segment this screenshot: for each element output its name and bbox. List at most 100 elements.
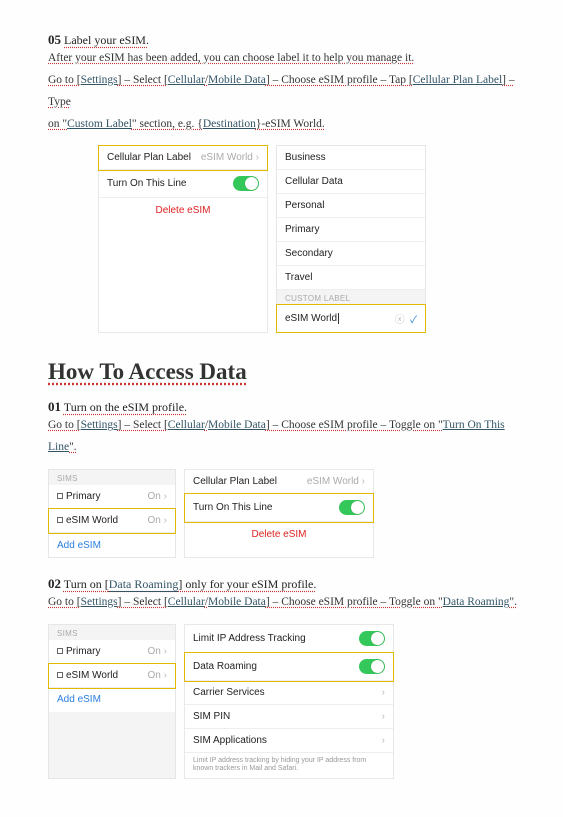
label-option[interactable]: Cellular Data: [277, 170, 425, 194]
label: Cellular Plan Label: [107, 152, 191, 163]
row-delete-esim[interactable]: Delete eSIM: [185, 522, 373, 546]
clear-icon[interactable]: ⓧ: [395, 315, 405, 326]
toggle-switch[interactable]: [359, 659, 385, 674]
status: On: [148, 670, 161, 681]
toggle-switch[interactable]: [233, 176, 259, 191]
label-option[interactable]: Personal: [277, 194, 425, 218]
fine-print: Limit IP address tracking by hiding your…: [185, 753, 393, 778]
toggle-switch[interactable]: [359, 631, 385, 646]
step-body: Go to [Settings] – Select [Cellular/Mobi…: [48, 592, 523, 614]
custom-label-input[interactable]: eSIM World: [285, 313, 339, 324]
label: Primary: [66, 646, 100, 657]
link-cellular[interactable]: Cellular: [168, 596, 205, 608]
link-settings[interactable]: Settings: [81, 74, 118, 86]
sim-indicator-icon: [57, 648, 63, 654]
label-options-panel: Business Cellular Data Personal Primary …: [276, 145, 426, 333]
text: ] – Choose eSIM profile – Tap [: [266, 74, 413, 86]
label: SIM PIN: [193, 711, 230, 722]
custom-label-input-row[interactable]: eSIM World ⓧ ✓: [277, 305, 425, 332]
text: ] – Choose eSIM profile – Toggle on ": [266, 419, 443, 431]
sim-row-primary[interactable]: Primary On ›: [49, 485, 175, 509]
row-sim-applications[interactable]: SIM Applications ›: [185, 729, 393, 753]
row-delete-esim[interactable]: Delete eSIM: [99, 198, 267, 222]
link-data-roaming[interactable]: Data Roaming: [443, 596, 510, 608]
label: Cellular Plan Label: [193, 476, 277, 487]
link-mobile-data[interactable]: Mobile Data: [208, 596, 266, 608]
link-data-roaming[interactable]: Data Roaming: [109, 577, 179, 591]
link-cellular-plan-label[interactable]: Cellular Plan Label: [413, 74, 502, 86]
text: ] – Choose eSIM profile – Toggle on ": [266, 596, 443, 608]
label-option[interactable]: Business: [277, 146, 425, 170]
row-turn-on-line[interactable]: Turn On This Line: [99, 170, 267, 198]
plan-panel: Cellular Plan Label eSIM World › Turn On…: [184, 469, 374, 558]
text: Go to [: [48, 419, 81, 431]
label: Turn On This Line: [193, 502, 272, 513]
add-esim-row[interactable]: Add eSIM: [49, 688, 175, 712]
sims-header: SIMs: [49, 470, 175, 485]
status: On: [148, 646, 161, 657]
add-esim-label: Add eSIM: [57, 694, 101, 705]
label: Carrier Services: [193, 687, 265, 698]
link-custom-label[interactable]: Custom Label: [67, 118, 132, 130]
row-data-roaming[interactable]: Data Roaming: [185, 653, 393, 681]
row-turn-on-line[interactable]: Turn On This Line: [185, 494, 373, 522]
text: ] – Select [: [118, 74, 168, 86]
label: eSIM World: [66, 515, 118, 526]
text: }-eSIM World.: [256, 118, 325, 130]
sim-row-primary[interactable]: Primary On ›: [49, 640, 175, 664]
label: eSIM World: [66, 670, 118, 681]
sim-indicator-icon: [57, 672, 63, 678]
step-05: 05 Label your eSIM. After your eSIM has …: [48, 32, 523, 333]
label: Personal: [285, 200, 324, 211]
link-settings[interactable]: Settings: [81, 419, 118, 431]
sim-row-esim[interactable]: eSIM World On ›: [49, 664, 175, 688]
text: Go to [: [48, 596, 81, 608]
label-option[interactable]: Secondary: [277, 242, 425, 266]
status: On: [148, 491, 161, 502]
text: " section, e.g. {: [132, 118, 203, 130]
sims-header: SIMs: [49, 625, 175, 640]
text: After your eSIM has been added, you can …: [48, 52, 414, 64]
label: Primary: [66, 491, 100, 502]
row-cellular-plan-label[interactable]: Cellular Plan Label eSIM World ›: [99, 146, 267, 170]
label: Secondary: [285, 248, 333, 259]
row-cellular-plan-label[interactable]: Cellular Plan Label eSIM World ›: [185, 470, 373, 494]
label: SIM Applications: [193, 735, 267, 746]
label: Primary: [285, 224, 319, 235]
sim-row-esim[interactable]: eSIM World On ›: [49, 509, 175, 533]
link-cellular[interactable]: Cellular: [168, 419, 205, 431]
chevron-right-icon: ›: [256, 152, 259, 163]
toggle-switch[interactable]: [339, 500, 365, 515]
value: eSIM World: [201, 152, 253, 163]
ios-screenshot-02: SIMs Primary On › eSIM World On › Add eS…: [48, 624, 523, 779]
delete-label: Delete eSIM: [251, 529, 306, 540]
chevron-right-icon: ›: [164, 491, 167, 502]
label: Data Roaming: [193, 661, 257, 672]
label-option[interactable]: Travel: [277, 266, 425, 290]
row-sim-pin[interactable]: SIM PIN ›: [185, 705, 393, 729]
status: On: [148, 515, 161, 526]
step-title: Turn on [Data Roaming] only for your eSI…: [64, 577, 317, 591]
step-02: 02 Turn on [Data Roaming] only for your …: [48, 576, 523, 779]
link-destination[interactable]: Destination: [203, 118, 256, 130]
check-icon: ✓: [410, 315, 417, 326]
link-mobile-data[interactable]: Mobile Data: [208, 419, 266, 431]
step-number: 02: [48, 576, 61, 591]
link-mobile-data[interactable]: Mobile Data: [208, 74, 266, 86]
label-option[interactable]: Primary: [277, 218, 425, 242]
link-settings[interactable]: Settings: [81, 596, 118, 608]
row-carrier-services[interactable]: Carrier Services ›: [185, 681, 393, 705]
row-limit-ip[interactable]: Limit IP Address Tracking: [185, 625, 393, 653]
link-cellular[interactable]: Cellular: [168, 74, 205, 86]
chevron-right-icon: ›: [164, 670, 167, 681]
text: ".: [509, 596, 517, 608]
add-esim-row[interactable]: Add eSIM: [49, 533, 175, 557]
text: ] – Select [: [118, 419, 168, 431]
custom-label-header: CUSTOM LABEL: [277, 290, 425, 305]
chevron-right-icon: ›: [382, 687, 385, 698]
settings-panel: Limit IP Address Tracking Data Roaming C…: [184, 624, 394, 779]
step-number: 05: [48, 32, 61, 47]
add-esim-label: Add eSIM: [57, 540, 101, 551]
ios-screenshot-05: Cellular Plan Label eSIM World › Turn On…: [98, 145, 523, 333]
label: Business: [285, 152, 326, 163]
